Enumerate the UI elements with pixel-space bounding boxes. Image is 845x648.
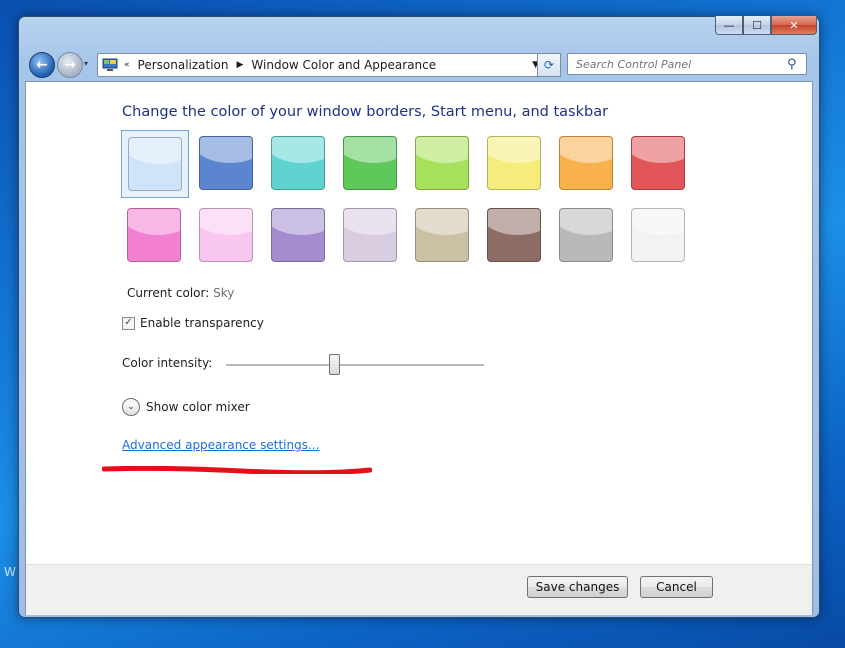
color-swatch-tile[interactable] [343, 136, 397, 190]
color-swatch-tile[interactable] [415, 136, 469, 190]
color-swatch[interactable] [625, 202, 693, 270]
color-swatch[interactable] [481, 202, 549, 270]
navigation-bar: ← → ▾ « Personalization ▶ Window Color a… [27, 51, 811, 81]
refresh-icon: ⟳ [543, 58, 555, 72]
address-overflow-chevron[interactable]: « [124, 60, 130, 70]
transparency-label: Enable transparency [140, 316, 264, 330]
refresh-button[interactable]: ⟳ [537, 53, 561, 77]
color-swatch-tile[interactable] [487, 136, 541, 190]
maximize-button[interactable]: ☐ [743, 16, 771, 35]
color-intensity-thumb[interactable] [329, 354, 341, 375]
search-input[interactable] [567, 53, 807, 75]
color-swatch-tile[interactable] [559, 208, 613, 262]
cancel-button[interactable]: Cancel [640, 576, 713, 598]
color-swatch-tile[interactable] [415, 208, 469, 262]
color-swatch[interactable] [337, 130, 405, 198]
recent-pages-chevron-icon[interactable]: ▾ [84, 59, 88, 68]
show-color-mixer-label: Show color mixer [146, 400, 250, 414]
show-color-mixer-toggle[interactable]: ⌄ Show color mixer [122, 398, 250, 416]
color-swatch[interactable] [409, 130, 477, 198]
color-swatch[interactable] [625, 130, 693, 198]
color-intensity-slider[interactable] [226, 364, 484, 367]
breadcrumb-separator-icon[interactable]: ▶ [237, 60, 244, 70]
color-swatch[interactable] [265, 202, 333, 270]
current-color: Current color: Sky [127, 286, 234, 300]
address-bar[interactable]: « Personalization ▶ Window Color and App… [97, 53, 546, 77]
save-changes-button[interactable]: Save changes [527, 576, 628, 598]
current-color-label: Current color: [127, 286, 210, 300]
color-swatch[interactable] [553, 202, 621, 270]
color-swatch-tile[interactable] [127, 208, 181, 262]
back-arrow-icon: ← [36, 57, 48, 73]
forward-arrow-icon: → [64, 57, 76, 73]
color-swatch[interactable] [121, 202, 189, 270]
color-intensity-label: Color intensity: [122, 356, 213, 370]
color-swatch-tile[interactable] [271, 136, 325, 190]
control-panel-window: — ☐ ✕ ← → ▾ « Personalization ▶ Window C… [18, 16, 820, 618]
advanced-appearance-link[interactable]: Advanced appearance settings... [122, 438, 319, 452]
control-panel-icon [102, 58, 118, 71]
color-swatch-tile[interactable] [199, 208, 253, 262]
color-swatch[interactable] [337, 202, 405, 270]
forward-button[interactable]: → [57, 52, 83, 78]
transparency-checkbox[interactable]: ✓ [122, 316, 135, 330]
color-swatch[interactable] [481, 130, 549, 198]
search-icon[interactable]: ⚲ [787, 57, 797, 72]
color-swatch-tile[interactable] [559, 136, 613, 190]
content-pane: Change the color of your window borders,… [25, 81, 813, 615]
desktop-icon-label: W [4, 565, 16, 579]
color-swatch-tile[interactable] [631, 136, 685, 190]
color-swatch-tile[interactable] [631, 208, 685, 262]
close-button[interactable]: ✕ [771, 16, 817, 35]
current-color-value: Sky [213, 286, 235, 300]
minimize-button[interactable]: — [715, 16, 743, 35]
color-swatch-tile[interactable] [343, 208, 397, 262]
color-swatch[interactable] [553, 130, 621, 198]
color-swatch-tile[interactable] [128, 137, 182, 191]
color-swatch-tile[interactable] [487, 208, 541, 262]
dialog-footer: Save changes Cancel [26, 564, 812, 615]
color-swatch[interactable] [193, 130, 261, 198]
back-button[interactable]: ← [29, 52, 55, 78]
chevron-down-icon[interactable]: ⌄ [122, 398, 140, 416]
breadcrumb-personalization[interactable]: Personalization [138, 58, 229, 72]
caption-buttons: — ☐ ✕ [715, 16, 817, 35]
color-swatch[interactable] [121, 130, 189, 198]
transparency-option[interactable]: ✓ Enable transparency [122, 316, 264, 330]
color-swatch-tile[interactable] [271, 208, 325, 262]
color-swatch[interactable] [409, 202, 477, 270]
color-swatch-tile[interactable] [199, 136, 253, 190]
red-underline-annotation [102, 466, 372, 474]
breadcrumb-window-color[interactable]: Window Color and Appearance [251, 58, 436, 72]
color-swatch[interactable] [193, 202, 261, 270]
page-title: Change the color of your window borders,… [122, 104, 609, 120]
color-swatch[interactable] [265, 130, 333, 198]
